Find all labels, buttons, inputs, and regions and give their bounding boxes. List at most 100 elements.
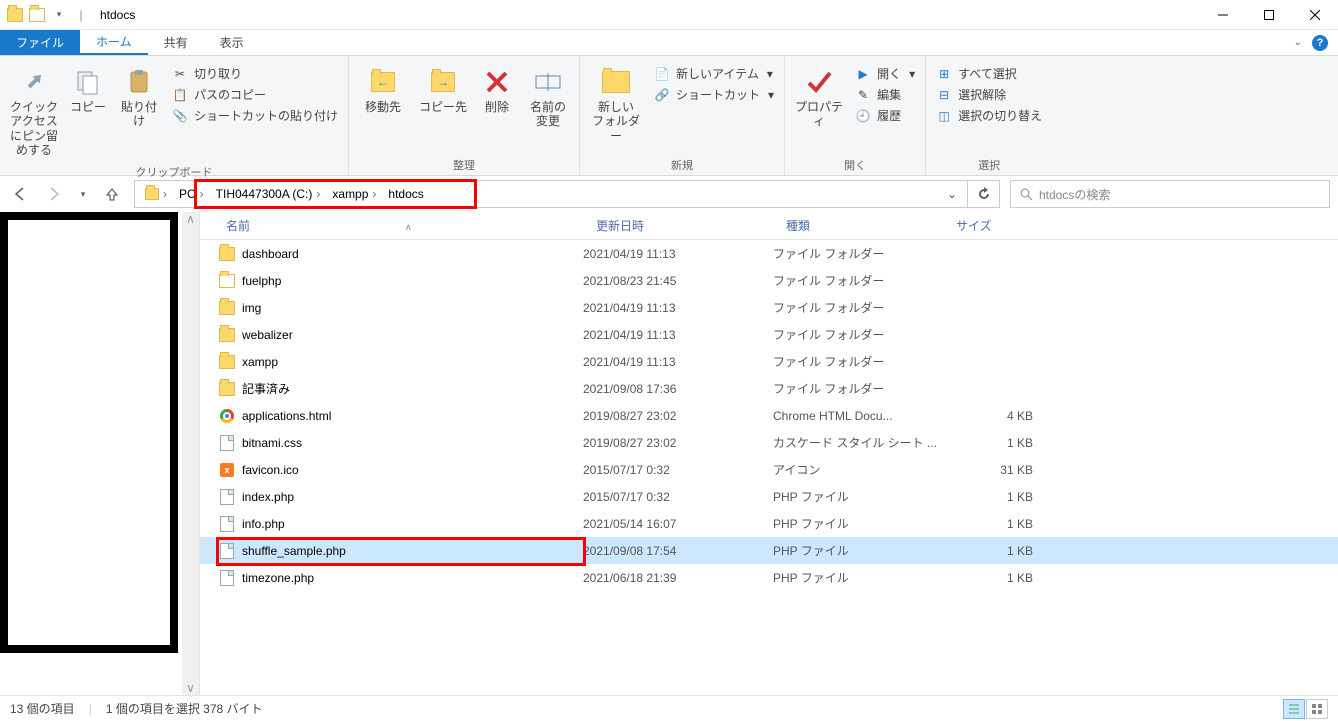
open-button[interactable]: ▶開く▾ (851, 64, 919, 83)
new-item-button[interactable]: 📄新しいアイテム▾ (650, 64, 778, 83)
navpane-scrollbar[interactable]: ∧∨ (182, 212, 199, 695)
file-row[interactable]: webalizer2021/04/19 11:13ファイル フォルダー (200, 321, 1338, 348)
open-icon: ▶ (855, 66, 871, 82)
redacted-navpane (0, 212, 178, 653)
file-type: PHP ファイル (773, 488, 943, 505)
paste-button[interactable]: 貼り付け (114, 62, 164, 133)
properties-button[interactable]: プロパティ (791, 62, 847, 133)
file-date: 2019/08/27 23:02 (583, 436, 773, 450)
sort-up-icon: ∧ (405, 222, 412, 232)
select-all-button[interactable]: ⊞すべて選択 (932, 64, 1046, 83)
file-size: 1 KB (943, 436, 1043, 450)
file-row[interactable]: img2021/04/19 11:13ファイル フォルダー (200, 294, 1338, 321)
tab-file[interactable]: ファイル (0, 30, 80, 55)
back-button[interactable] (8, 182, 32, 206)
col-type[interactable]: 種類 (778, 217, 948, 234)
deselect-button[interactable]: ⊟選択解除 (932, 85, 1046, 104)
crumb-pc[interactable]: PC› (173, 181, 210, 207)
group-label-open: 開く (791, 155, 919, 175)
recent-dropdown[interactable]: ▾ (76, 182, 90, 206)
crumb-fork-icon[interactable]: › (139, 181, 173, 207)
file-name: shuffle_sample.php (242, 544, 346, 558)
crumb-htdocs[interactable]: htdocs (382, 181, 429, 207)
details-view-button[interactable] (1283, 699, 1305, 719)
minimize-button[interactable] (1200, 0, 1246, 30)
qat-dropdown-icon[interactable]: ▾ (48, 4, 70, 26)
file-name: webalizer (242, 328, 293, 342)
search-placeholder: htdocsの検索 (1039, 186, 1110, 203)
ribbon-collapse-icon[interactable]: ⌄ (1294, 37, 1302, 48)
up-button[interactable] (100, 182, 124, 206)
file-row[interactable]: xampp2021/04/19 11:13ファイル フォルダー (200, 348, 1338, 375)
paste-icon (123, 66, 155, 98)
file-name: fuelphp (242, 274, 281, 288)
copy-button[interactable]: コピー (66, 62, 110, 118)
file-row[interactable]: applications.html2019/08/27 23:02Chrome … (200, 402, 1338, 429)
file-row[interactable]: info.php2021/05/14 16:07PHP ファイル1 KB (200, 510, 1338, 537)
scissors-icon: ✂ (172, 66, 188, 82)
file-row[interactable]: fuelphp2021/08/23 21:45ファイル フォルダー (200, 267, 1338, 294)
file-name: xampp (242, 355, 278, 369)
ribbon-tabs: ファイル ホーム 共有 表示 ⌄ ? (0, 30, 1338, 56)
navigation-pane[interactable]: ∧∨ (0, 212, 200, 695)
file-row[interactable]: timezone.php2021/06/18 21:39PHP ファイル1 KB (200, 564, 1338, 591)
copy-to-button[interactable]: →コピー先 (415, 62, 471, 118)
file-row[interactable]: bitnami.css2019/08/27 23:02カスケード スタイル シー… (200, 429, 1338, 456)
file-icon (218, 488, 236, 506)
icons-view-button[interactable] (1306, 699, 1328, 719)
close-button[interactable] (1292, 0, 1338, 30)
tab-view[interactable]: 表示 (204, 30, 260, 55)
rename-button[interactable]: 名前の 変更 (523, 62, 573, 133)
file-date: 2021/04/19 11:13 (583, 247, 773, 261)
new-shortcut-button[interactable]: 🔗ショートカット▾ (650, 85, 778, 104)
copy-path-button[interactable]: 📋パスのコピー (168, 85, 342, 104)
file-type: ファイル フォルダー (773, 380, 943, 397)
title-bar: ▾ | htdocs (0, 0, 1338, 30)
refresh-button[interactable] (968, 180, 1000, 208)
pin-icon (18, 66, 50, 98)
delete-button[interactable]: 削除 (475, 62, 519, 118)
maximize-button[interactable] (1246, 0, 1292, 30)
tab-home[interactable]: ホーム (80, 30, 148, 55)
separator-icon: | (70, 4, 92, 26)
file-name: dashboard (242, 247, 299, 261)
search-icon (1019, 187, 1033, 201)
file-date: 2021/09/08 17:54 (583, 544, 773, 558)
pin-quick-access-button[interactable]: クイック アクセス にピン留めする (6, 62, 62, 162)
paste-shortcut-button[interactable]: 📎ショートカットの貼り付け (168, 106, 342, 125)
file-date: 2021/06/18 21:39 (583, 571, 773, 585)
column-headers[interactable]: 名前∧ 更新日時 種類 サイズ (200, 212, 1338, 240)
folder-icon (218, 353, 236, 371)
file-type: ファイル フォルダー (773, 272, 943, 289)
address-row: ▾ › PC› TIH0447300A (C:)› xampp› htdocs … (0, 176, 1338, 212)
invert-selection-button[interactable]: ◫選択の切り替え (932, 106, 1046, 125)
file-date: 2019/08/27 23:02 (583, 409, 773, 423)
address-dropdown-icon[interactable]: ⌄ (941, 187, 963, 201)
status-item-count: 13 個の項目 (10, 700, 75, 717)
help-icon[interactable]: ? (1312, 35, 1328, 51)
forward-button[interactable] (42, 182, 66, 206)
file-row[interactable]: shuffle_sample.php2021/09/08 17:54PHP ファ… (200, 537, 1338, 564)
file-size: 31 KB (943, 463, 1043, 477)
new-folder-button[interactable]: 新しい フォルダー (586, 62, 646, 147)
col-date[interactable]: 更新日時 (588, 217, 778, 234)
history-button[interactable]: 🕘履歴 (851, 106, 919, 125)
crumb-xampp[interactable]: xampp› (326, 181, 382, 207)
address-bar[interactable]: › PC› TIH0447300A (C:)› xampp› htdocs ⌄ (134, 180, 968, 208)
file-row[interactable]: index.php2015/07/17 0:32PHP ファイル1 KB (200, 483, 1338, 510)
search-box[interactable]: htdocsの検索 (1010, 180, 1330, 208)
crumb-drive[interactable]: TIH0447300A (C:)› (210, 181, 327, 207)
file-row[interactable]: xfavicon.ico2015/07/17 0:32アイコン31 KB (200, 456, 1338, 483)
edit-icon: ✎ (855, 87, 871, 103)
move-to-button[interactable]: ←移動先 (355, 62, 411, 118)
file-row[interactable]: 記事済み2021/09/08 17:36ファイル フォルダー (200, 375, 1338, 402)
file-size: 1 KB (943, 544, 1043, 558)
file-row[interactable]: dashboard2021/04/19 11:13ファイル フォルダー (200, 240, 1338, 267)
col-name[interactable]: 名前∧ (218, 217, 588, 234)
edit-button[interactable]: ✎編集 (851, 85, 919, 104)
file-size: 1 KB (943, 517, 1043, 531)
col-size[interactable]: サイズ (948, 217, 1048, 234)
cut-button[interactable]: ✂切り取り (168, 64, 342, 83)
tab-share[interactable]: 共有 (148, 30, 204, 55)
ribbon-group-new: 新しい フォルダー 📄新しいアイテム▾ 🔗ショートカット▾ 新規 (580, 56, 785, 175)
